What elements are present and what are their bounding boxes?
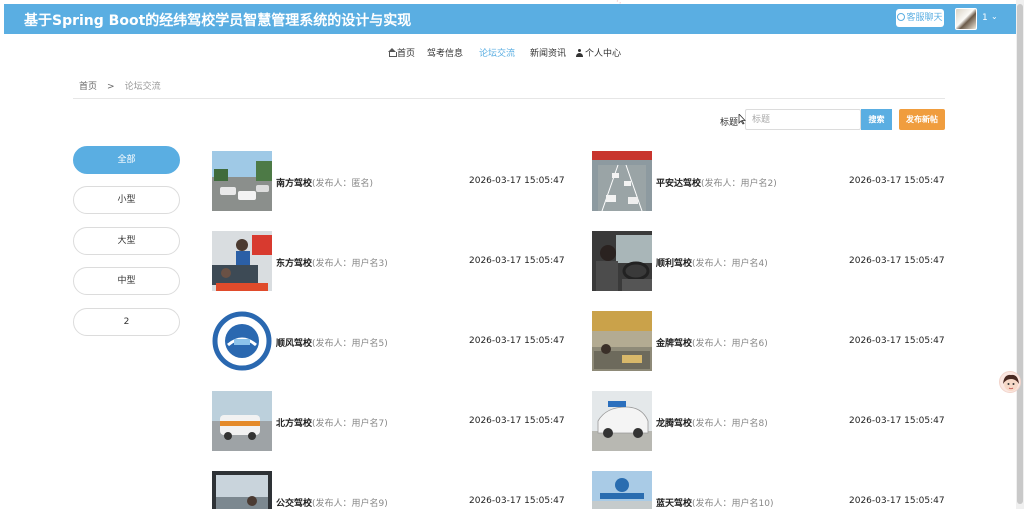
post-time: 2026-03-17 15:05:47 — [849, 176, 945, 186]
post-author: (发布人：用户名2) — [701, 179, 777, 189]
post-item[interactable]: 龙腾驾校(发布人：用户名8) 2026-03-17 15:05:47 — [592, 391, 962, 451]
post-author: (发布人：用户名5) — [312, 339, 388, 349]
post-title[interactable]: 顺风驾校(发布人：用户名5) — [276, 336, 388, 349]
post-author: (发布人：用户名3) — [312, 259, 388, 269]
user-avatar[interactable] — [955, 8, 977, 30]
post-time: 2026-03-17 15:05:47 — [849, 256, 945, 266]
breadcrumb-home[interactable]: 首页 — [79, 82, 97, 92]
post-title[interactable]: 金牌驾校(发布人：用户名6) — [656, 336, 768, 349]
post-title[interactable]: 顺利驾校(发布人：用户名4) — [656, 256, 768, 269]
mouse-cursor-icon — [738, 114, 746, 125]
post-title-text: 南方驾校 — [276, 179, 313, 189]
nav-item-home-label: 首页 — [397, 49, 416, 59]
post-item[interactable]: 公交驾校(发布人：用户名9) 2026-03-17 15:05:47 — [212, 471, 582, 509]
title-search-input[interactable] — [745, 109, 861, 130]
nav-item-exam-info[interactable]: 驾考信息 — [427, 46, 463, 59]
customer-chat-label: 客服聊天 — [906, 13, 943, 23]
breadcrumb-divider — [73, 98, 945, 99]
post-title-text: 龙腾驾校 — [656, 419, 693, 429]
post-title[interactable]: 北方驾校(发布人：用户名7) — [276, 416, 388, 429]
breadcrumb-current: 论坛交流 — [124, 82, 161, 92]
publish-post-button[interactable]: 发布新帖 — [899, 109, 945, 130]
post-title[interactable]: 公交驾校(发布人：用户名9) — [276, 496, 388, 509]
category-all[interactable]: 全部 — [73, 146, 180, 174]
post-title-text: 蓝天驾校 — [656, 499, 693, 509]
post-time: 2026-03-17 15:05:47 — [849, 416, 945, 426]
post-title-text: 顺风驾校 — [276, 339, 313, 349]
post-thumbnail — [212, 151, 272, 211]
post-thumbnail — [212, 471, 272, 509]
post-item[interactable]: 蓝天驾校(发布人：用户名10) 2026-03-17 15:05:47 — [592, 471, 962, 509]
breadcrumb-separator: > — [107, 82, 115, 92]
post-time: 2026-03-17 15:05:47 — [469, 256, 565, 266]
post-title[interactable]: 龙腾驾校(发布人：用户名8) — [656, 416, 768, 429]
category-large[interactable]: 大型 — [73, 227, 180, 255]
assistant-avatar[interactable] — [999, 371, 1021, 393]
post-title-text: 金牌驾校 — [656, 339, 693, 349]
post-author: (发布人：用户名9) — [312, 499, 388, 509]
search-button[interactable]: 搜索 — [861, 109, 892, 130]
post-author: (发布人：用户名8) — [692, 419, 768, 429]
post-title-text: 平安达驾校 — [656, 179, 702, 189]
post-title[interactable]: 平安达驾校(发布人：用户名2) — [656, 176, 777, 189]
post-thumbnail — [212, 391, 272, 451]
post-item[interactable]: 东方驾校(发布人：用户名3) 2026-03-17 15:05:47 — [212, 231, 582, 291]
post-item[interactable]: 顺利驾校(发布人：用户名4) 2026-03-17 15:05:47 — [592, 231, 962, 291]
category-2[interactable]: 2 — [73, 308, 180, 336]
post-time: 2026-03-17 15:05:47 — [849, 496, 945, 506]
post-thumbnail — [592, 391, 652, 451]
person-icon — [576, 49, 583, 57]
nav-item-forum[interactable]: 论坛交流 — [479, 46, 515, 59]
chevron-down-icon[interactable]: ⌄ — [991, 12, 998, 21]
nav-item-profile-label: 个人中心 — [585, 49, 622, 59]
user-name[interactable]: 1 — [982, 13, 988, 23]
post-title-text: 东方驾校 — [276, 259, 313, 269]
page: 基于Spring Boot的经纬驾校学员智慧管理系统的设计与实现 客服聊天 1 … — [0, 0, 1024, 509]
post-item[interactable]: 北方驾校(发布人：用户名7) 2026-03-17 15:05:47 — [212, 391, 582, 451]
post-time: 2026-03-17 15:05:47 — [849, 336, 945, 346]
post-title-text: 公交驾校 — [276, 499, 313, 509]
post-author: (发布人：用户名4) — [692, 259, 768, 269]
nav-item-news[interactable]: 新闻资讯 — [530, 46, 566, 59]
category-small[interactable]: 小型 — [73, 186, 180, 214]
post-author: (发布人：用户名10) — [692, 499, 774, 509]
post-item[interactable]: 平安达驾校(发布人：用户名2) 2026-03-17 15:05:47 — [592, 151, 962, 211]
post-title[interactable]: 东方驾校(发布人：用户名3) — [276, 256, 388, 269]
post-thumbnail — [592, 231, 652, 291]
post-item[interactable]: 金牌驾校(发布人：用户名6) 2026-03-17 15:05:47 — [592, 311, 962, 371]
post-thumbnail — [592, 151, 652, 211]
post-title[interactable]: 南方驾校(发布人：匿名) — [276, 176, 373, 189]
post-author: (发布人：用户名7) — [312, 419, 388, 429]
post-title-text: 顺利驾校 — [656, 259, 693, 269]
home-icon — [388, 48, 397, 57]
post-item[interactable]: 顺风驾校(发布人：用户名5) 2026-03-17 15:05:47 — [212, 311, 582, 371]
app-title: 基于Spring Boot的经纬驾校学员智慧管理系统的设计与实现 — [24, 13, 412, 29]
post-item[interactable]: 南方驾校(发布人：匿名) 2026-03-17 15:05:47 — [212, 151, 582, 211]
search-label: 标题 — [720, 118, 739, 128]
nav-item-home[interactable]: 首页 — [388, 46, 415, 59]
post-time: 2026-03-17 15:05:47 — [469, 176, 565, 186]
post-time: 2026-03-17 15:05:47 — [469, 496, 565, 506]
post-author: (发布人：用户名6) — [692, 339, 768, 349]
post-time: 2026-03-17 15:05:47 — [469, 416, 565, 426]
post-title-text: 北方驾校 — [276, 419, 313, 429]
chat-icon — [897, 13, 906, 21]
post-author: (发布人：匿名) — [312, 179, 374, 189]
post-thumbnail — [212, 231, 272, 291]
main-nav: 首页 驾考信息 论坛交流 新闻资讯 个人中心 — [0, 46, 1016, 60]
top-bar: 基于Spring Boot的经纬驾校学员智慧管理系统的设计与实现 客服聊天 1 … — [4, 4, 1016, 34]
post-thumbnail — [212, 311, 272, 371]
nav-item-profile[interactable]: 个人中心 — [576, 46, 621, 59]
post-thumbnail — [592, 471, 652, 509]
scrollbar-thumb[interactable] — [1017, 4, 1023, 504]
post-thumbnail — [592, 311, 652, 371]
customer-chat-button[interactable]: 客服聊天 — [896, 9, 944, 27]
post-time: 2026-03-17 15:05:47 — [469, 336, 565, 346]
post-title[interactable]: 蓝天驾校(发布人：用户名10) — [656, 496, 774, 509]
category-medium[interactable]: 中型 — [73, 267, 180, 295]
breadcrumb: 首页 > 论坛交流 — [79, 79, 161, 92]
